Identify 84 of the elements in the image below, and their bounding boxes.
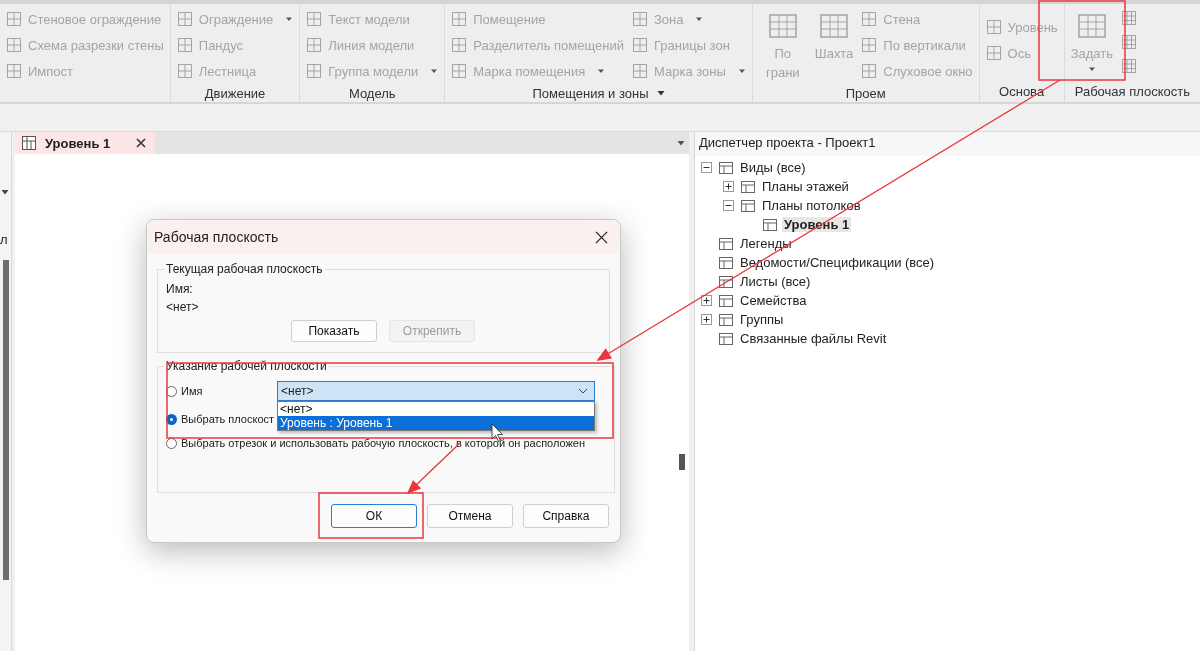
grid-icon: [6, 63, 22, 79]
grid-icon: [985, 45, 1002, 61]
grid-icon: [6, 37, 22, 53]
grid-icon: [1121, 34, 1137, 50]
panel-title[interactable]: Помещения и зоны: [532, 85, 649, 101]
grid-icon: [740, 178, 756, 195]
panel-title: Основа: [999, 83, 1045, 99]
grid-icon: [985, 19, 1002, 35]
dropdown-option[interactable]: <нет>: [278, 402, 594, 416]
plus-box-icon[interactable]: [701, 295, 712, 306]
caret-icon[interactable]: [677, 139, 685, 147]
chevron-icon: [578, 388, 588, 394]
grid-icon: [718, 254, 734, 271]
name-dropdown[interactable]: <нет>: [277, 381, 595, 401]
field-label: Имя:: [166, 282, 194, 297]
caret-icon: [597, 67, 606, 75]
grid-icon: [718, 330, 734, 347]
tree-item[interactable]: Группы: [738, 312, 786, 327]
grid-icon: [451, 11, 468, 27]
grid-icon: [718, 235, 734, 252]
scrollbar-thumb[interactable]: [679, 454, 685, 470]
panel-title: Проем: [845, 85, 886, 101]
panel-label: л: [0, 232, 8, 248]
tree-item[interactable]: Листы (все): [738, 274, 813, 289]
tree-item[interactable]: Планы этажей: [760, 179, 851, 194]
option-label[interactable]: Имя: [181, 385, 277, 397]
radio-button[interactable]: [166, 413, 177, 425]
caret-icon[interactable]: [1, 188, 9, 196]
option-label[interactable]: Выбрать плоскост: [181, 413, 275, 425]
grid-icon: [718, 292, 734, 309]
grid-icon: [762, 216, 778, 233]
tree-item[interactable]: Семейства: [738, 293, 809, 308]
dialog-button[interactable]: Отмена: [427, 504, 513, 528]
caret-icon[interactable]: [656, 89, 665, 97]
grid-icon: [631, 11, 648, 27]
scrollbar-thumb[interactable]: [3, 260, 9, 580]
grid-icon: [740, 197, 756, 214]
dropdown-option[interactable]: Уровень : Уровень 1: [278, 416, 594, 430]
radio-button[interactable]: [166, 437, 177, 449]
caret-icon: [1087, 65, 1096, 73]
caret-icon: [737, 67, 746, 75]
panel-title: Модель: [348, 85, 396, 101]
grid-icon: [1121, 10, 1137, 26]
grid-icon: [176, 63, 193, 79]
close-icon[interactable]: [135, 137, 147, 149]
grid-icon: [718, 159, 734, 176]
close-icon[interactable]: [595, 230, 608, 244]
dialog-button[interactable]: Справка: [523, 504, 609, 528]
panel-title: Движение: [204, 85, 266, 101]
grid-icon: [451, 63, 468, 79]
plus-box-icon[interactable]: [701, 314, 712, 325]
dialog-button[interactable]: ОК: [331, 504, 417, 528]
minus-box-icon[interactable]: [723, 200, 734, 211]
caret-icon: [285, 15, 294, 23]
grid-icon: [631, 37, 648, 53]
view-tab[interactable]: Уровень 1: [15, 132, 155, 154]
grid-icon: [306, 37, 323, 53]
grid-icon: [306, 63, 323, 79]
grid-icon: [861, 63, 878, 79]
grid-icon: [451, 37, 468, 53]
tree-item[interactable]: Виды (все): [738, 160, 808, 175]
dialog-button[interactable]: Показать: [291, 320, 377, 342]
grid-icon: [631, 63, 648, 79]
grid-icon: [306, 11, 323, 27]
tree-item[interactable]: Легенды: [738, 236, 794, 251]
grid-icon: [861, 11, 878, 27]
tree-item[interactable]: Связанные файлы Revit: [738, 331, 889, 346]
grid-icon: [861, 37, 878, 53]
plus-box-icon[interactable]: [723, 181, 734, 192]
grid-icon: [718, 311, 734, 328]
floor-plan-icon: [21, 135, 37, 151]
grid-icon: [1121, 58, 1137, 74]
field-value: <нет>: [166, 300, 200, 315]
minus-box-icon[interactable]: [701, 162, 712, 173]
caret-icon: [430, 67, 439, 75]
grid-icon: [176, 37, 193, 53]
dialog-title: Рабочая плоскость: [154, 229, 279, 245]
radio-button[interactable]: [166, 385, 177, 397]
caret-icon: [695, 15, 704, 23]
group-title: Текущая рабочая плоскость: [164, 262, 325, 276]
grid-icon: [176, 11, 193, 27]
panel-title: Рабочая плоскость: [1074, 83, 1190, 99]
panel-title: Диспетчер проекта - Проект1: [695, 132, 1200, 156]
grid-icon: [6, 11, 22, 27]
